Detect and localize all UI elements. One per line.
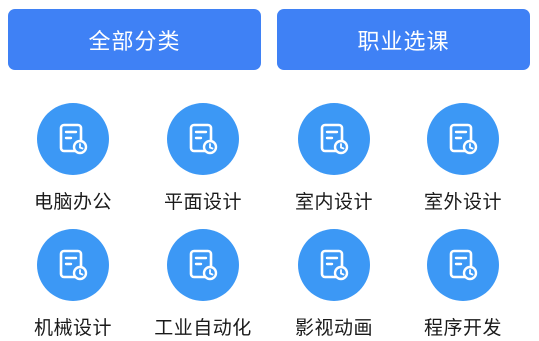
category-label: 室外设计 [423,191,502,213]
tab-career-courses[interactable]: 职业选课 [277,9,530,70]
category-interior-design[interactable]: 室内设计 [279,103,389,223]
course-doc-icon [298,103,370,175]
category-programming[interactable]: 程序开发 [408,229,518,341]
category-label: 工业自动化 [154,317,252,339]
course-doc-icon [37,229,109,301]
category-label: 室内设计 [294,191,373,213]
category-industrial-automation[interactable]: 工业自动化 [148,229,258,341]
course-doc-icon [167,103,239,175]
course-doc-icon [427,229,499,301]
category-label: 平面设计 [163,191,242,213]
category-page: 全部分类 职业选课 电脑办公 平面设计 室内设计 室外设计 机械设计 工业自动化… [0,0,539,341]
category-office-computing[interactable]: 电脑办公 [18,103,128,223]
category-label: 机械设计 [33,317,112,339]
category-label: 电脑办公 [33,191,112,213]
course-doc-icon [37,103,109,175]
tab-all-categories[interactable]: 全部分类 [8,9,261,70]
category-label: 程序开发 [423,317,502,339]
category-graphic-design[interactable]: 平面设计 [148,103,258,223]
category-exterior-design[interactable]: 室外设计 [408,103,518,223]
course-doc-icon [167,229,239,301]
category-label: 影视动画 [294,317,373,339]
course-doc-icon [427,103,499,175]
course-doc-icon [298,229,370,301]
category-film-animation[interactable]: 影视动画 [279,229,389,341]
category-mechanical-design[interactable]: 机械设计 [18,229,128,341]
